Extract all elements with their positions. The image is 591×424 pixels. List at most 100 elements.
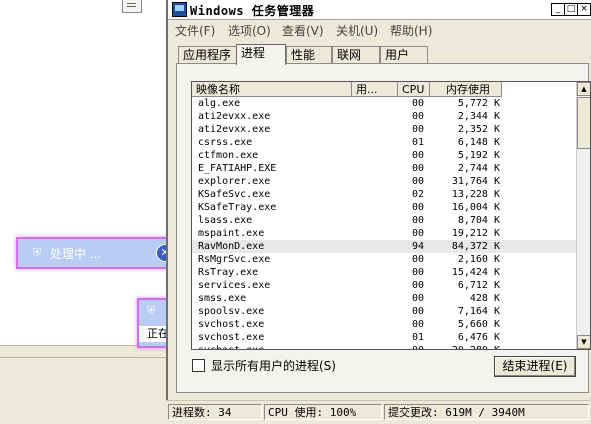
minimize-button[interactable]: _: [551, 3, 565, 16]
process-cpu: 00: [411, 319, 424, 330]
show-all-checkbox[interactable]: [192, 358, 205, 372]
column-image-name[interactable]: 映像名称: [192, 82, 352, 97]
process-memory: 428 K: [469, 293, 500, 304]
table-row[interactable]: ati2evxx.exe 00 2,344 K: [192, 110, 576, 123]
status-cpu-usage: CPU 使用: 100%: [264, 404, 382, 420]
process-memory: 31,764 K: [451, 176, 500, 187]
process-memory: 19,212 K: [451, 228, 500, 239]
secondary-notification-text: 正在: [139, 326, 169, 342]
tab-strip: 应用程序 进程 性能 联网 用户: [176, 44, 586, 65]
menu-shutdown[interactable]: 关机(U): [336, 22, 378, 39]
table-row[interactable]: services.exe 00 6,712 K: [192, 279, 576, 292]
process-cpu: 00: [411, 306, 424, 317]
process-list[interactable]: 映像名称 用... CPU 内存使用 alg.exe 00 5,772 Kati2e…: [191, 81, 591, 350]
status-bar: 进程数: 34 CPU 使用: 100% 提交更改: 619M / 3940M: [166, 400, 591, 424]
vertical-scrollbar[interactable]: ▲ ▼: [576, 82, 590, 349]
table-row[interactable]: svchost.exe 01 6,476 K: [192, 331, 576, 344]
table-row[interactable]: KSafeSvc.exe 02 13,228 K: [192, 188, 576, 201]
process-name: svchost.exe: [198, 319, 265, 330]
process-memory: 16,004 K: [451, 202, 500, 213]
list-header: 映像名称 用... CPU 内存使用: [192, 82, 572, 97]
column-memory[interactable]: 内存使用: [430, 82, 502, 97]
process-memory: 2,352 K: [457, 124, 500, 135]
process-memory: 8,704 K: [457, 215, 500, 226]
show-all-processes[interactable]: 显示所有用户的进程(S): [192, 357, 336, 373]
table-row[interactable]: ati2evxx.exe 00 2,352 K: [192, 123, 576, 136]
process-name: svchost.exe: [198, 332, 265, 343]
process-memory: 7,164 K: [457, 306, 500, 317]
process-cpu: 00: [411, 163, 424, 174]
process-name: alg.exe: [198, 98, 241, 109]
table-row[interactable]: explorer.exe 00 31,764 K: [192, 175, 576, 188]
end-process-button[interactable]: 结束进程(E): [494, 356, 576, 377]
close-button[interactable]: ×: [577, 3, 591, 16]
menu-bar: 文件(F) 选项(O) 查看(V) 关机(U) 帮助(H): [168, 20, 591, 38]
process-cpu: 00: [411, 293, 424, 304]
process-memory: 20,280 K: [438, 344, 500, 349]
scroll-down-icon[interactable]: ▼: [577, 335, 590, 349]
column-cpu[interactable]: CPU: [398, 82, 430, 97]
table-row[interactable]: svchost.exe 00 5,660 K: [192, 318, 576, 331]
document-icon[interactable]: [122, 0, 142, 13]
secondary-notification[interactable]: ⛨ 正在: [137, 298, 169, 348]
process-name: explorer.exe: [198, 176, 271, 187]
table-row[interactable]: spoolsv.exe 00 7,164 K: [192, 305, 576, 318]
process-cpu: 00: [411, 176, 424, 187]
process-name: ati2evxx.exe: [198, 111, 271, 122]
tab-applications[interactable]: 应用程序: [178, 46, 238, 63]
process-name: RsMgrSvc.exe: [198, 254, 271, 265]
process-memory: 5,660 K: [457, 319, 500, 330]
table-row[interactable]: smss.exe 00 428 K: [192, 292, 576, 305]
table-row[interactable]: csrss.exe 01 6,148 K: [192, 136, 576, 149]
process-memory: 2,344 K: [457, 111, 500, 122]
table-row[interactable]: KSafeTray.exe 00 16,004 K: [192, 201, 576, 214]
table-row[interactable]: RsTray.exe 00 15,424 K: [192, 266, 576, 279]
table-row[interactable]: alg.exe 00 5,772 K: [192, 97, 576, 110]
menu-view[interactable]: 查看(V): [282, 22, 324, 39]
table-row[interactable]: svchost.exe 00 20,280 K: [192, 344, 576, 349]
process-name: ati2evxx.exe: [198, 124, 271, 135]
process-name: svchost.exe: [198, 344, 264, 349]
process-memory: 15,424 K: [451, 267, 500, 278]
menu-file[interactable]: 文件(F): [175, 22, 215, 39]
table-row[interactable]: ctfmon.exe 00 5,192 K: [192, 149, 576, 162]
scroll-thumb[interactable]: [577, 97, 590, 149]
process-memory: 2,744 K: [457, 163, 500, 174]
table-row[interactable]: mspaint.exe 00 19,212 K: [192, 227, 576, 240]
process-memory: 6,148 K: [457, 137, 500, 148]
tab-performance[interactable]: 性能: [286, 46, 332, 63]
table-row[interactable]: E_FATIAHP.EXE 00 2,744 K: [192, 162, 576, 175]
process-cpu: 01: [411, 137, 424, 148]
tab-users[interactable]: 用户: [380, 46, 428, 63]
process-cpu: 00: [411, 267, 424, 278]
task-manager-icon: [172, 2, 187, 17]
process-cpu: 00: [411, 228, 424, 239]
process-name: RsTray.exe: [198, 267, 259, 278]
process-memory: 5,192 K: [457, 150, 500, 161]
table-row[interactable]: RsMgrSvc.exe 00 2,160 K: [192, 253, 576, 266]
menu-help[interactable]: 帮助(H): [390, 22, 432, 39]
show-all-label: 显示所有用户的进程(S): [211, 358, 336, 373]
tab-networking[interactable]: 联网: [332, 46, 380, 63]
process-memory: 5,772 K: [457, 98, 500, 109]
process-cpu: 00: [411, 111, 424, 122]
table-row[interactable]: RavMonD.exe 94 84,372 K: [192, 240, 576, 253]
process-name: lsass.exe: [198, 215, 253, 226]
process-memory: 2,160 K: [457, 254, 500, 265]
process-name: services.exe: [198, 280, 271, 291]
scroll-up-icon[interactable]: ▲: [577, 82, 590, 96]
process-name: csrss.exe: [198, 137, 253, 148]
tab-processes[interactable]: 进程: [236, 44, 286, 65]
column-user[interactable]: 用...: [352, 82, 398, 97]
title-bar[interactable]: Windows 任务管理器 _ □ ×: [168, 0, 591, 20]
process-name: KSafeTray.exe: [198, 202, 277, 213]
process-name: mspaint.exe: [198, 228, 265, 239]
process-cpu: 00: [411, 215, 424, 226]
maximize-button[interactable]: □: [564, 3, 578, 16]
process-cpu: 00: [411, 124, 424, 135]
process-memory: 6,476 K: [457, 332, 500, 343]
processing-notification[interactable]: ⛨ 处理中 ... ✕: [16, 237, 180, 269]
notification-text: 处理中 ...: [50, 246, 102, 261]
menu-options[interactable]: 选项(O): [228, 22, 271, 39]
table-row[interactable]: lsass.exe 00 8,704 K: [192, 214, 576, 227]
